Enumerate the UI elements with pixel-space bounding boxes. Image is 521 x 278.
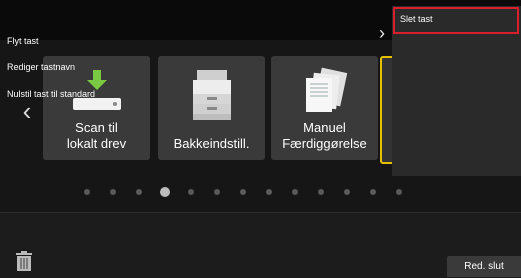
page-dot[interactable] bbox=[110, 189, 116, 195]
menu-item-reset-key[interactable]: Nulstil tast til standard bbox=[7, 89, 95, 99]
page-dot[interactable] bbox=[84, 189, 90, 195]
page-dot[interactable] bbox=[188, 189, 194, 195]
chevron-left-icon[interactable]: ‹ bbox=[18, 98, 36, 124]
page-dot[interactable] bbox=[396, 189, 402, 195]
page-dot[interactable] bbox=[214, 189, 220, 195]
tile-label: Manuel Færdiggørelse bbox=[282, 120, 367, 151]
page-dot[interactable] bbox=[318, 189, 324, 195]
trash-icon[interactable] bbox=[14, 250, 34, 272]
page-dot[interactable] bbox=[266, 189, 272, 195]
menu-item-label: Slet tast bbox=[400, 14, 433, 24]
printer-tray-icon bbox=[192, 70, 231, 120]
menu-item-delete-key[interactable]: Slet tast bbox=[393, 7, 519, 34]
page-dot[interactable] bbox=[240, 189, 246, 195]
tile-manual-finishing[interactable]: Manuel Færdiggørelse bbox=[271, 56, 378, 160]
menu-item-rename-key[interactable]: Rediger tastnavn bbox=[7, 62, 97, 72]
page-dot[interactable] bbox=[370, 189, 376, 195]
menu-item-move-key[interactable]: Flyt tast bbox=[7, 36, 39, 46]
page-indicator bbox=[82, 186, 442, 198]
page-dot-active[interactable] bbox=[160, 187, 170, 197]
page-dot[interactable] bbox=[136, 189, 142, 195]
end-edit-button[interactable]: Red. slut bbox=[447, 256, 521, 277]
chevron-right-icon[interactable]: › bbox=[373, 22, 391, 44]
tile-label: Scan til lokalt drev bbox=[66, 120, 127, 151]
page-dot[interactable] bbox=[344, 189, 350, 195]
bottom-bar bbox=[0, 212, 521, 278]
page-dot[interactable] bbox=[292, 189, 298, 195]
manual-finishing-icon bbox=[305, 67, 347, 112]
home-screen: ‹ › Scan til lokalt drev Bakkeindstill. bbox=[0, 0, 521, 278]
tile-tray-settings[interactable]: Bakkeindstill. bbox=[158, 56, 265, 160]
tile-label: Bakkeindstill. bbox=[173, 136, 250, 151]
